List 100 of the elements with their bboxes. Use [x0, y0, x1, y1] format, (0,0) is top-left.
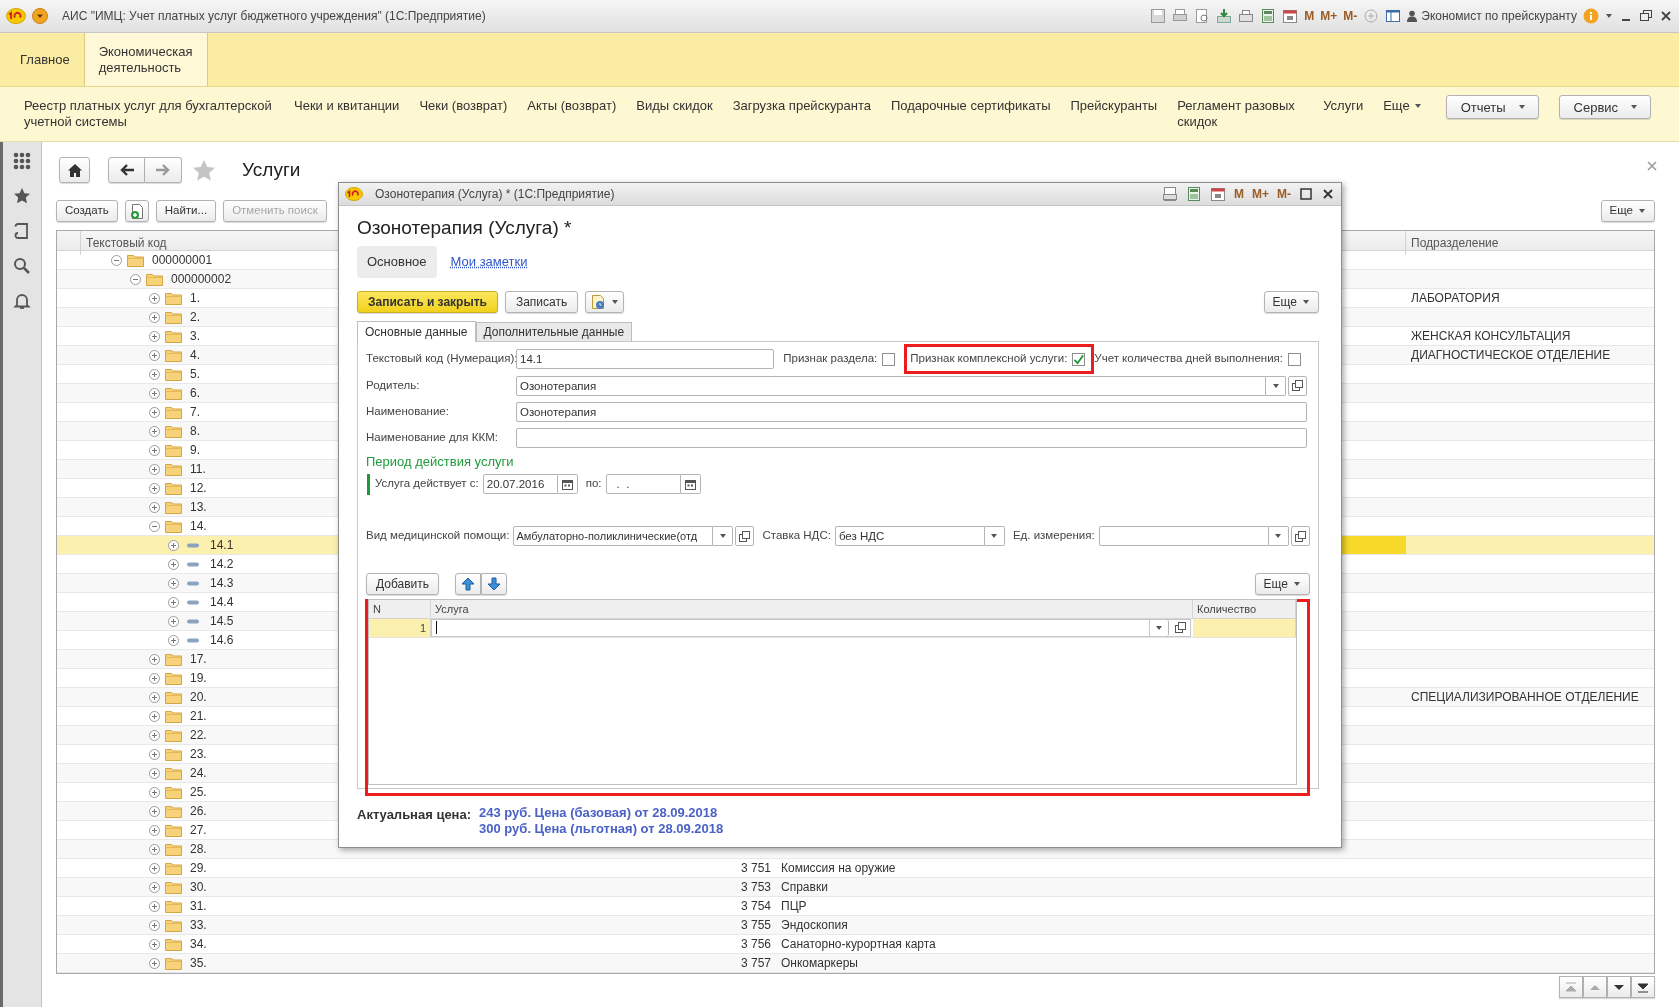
expand-icon[interactable]: [149, 843, 160, 855]
tree-item[interactable]: 27.: [190, 821, 207, 839]
expand-icon[interactable]: [149, 786, 160, 798]
search-icon[interactable]: [13, 257, 31, 275]
scroll-button[interactable]: [1607, 976, 1631, 998]
expand-icon[interactable]: [149, 463, 160, 475]
command-link[interactable]: Услуги: [1323, 98, 1364, 114]
toolbar-button[interactable]: Найти...: [155, 200, 217, 222]
tree-item[interactable]: 000000001: [152, 251, 213, 269]
tree-item[interactable]: 29.: [190, 859, 207, 877]
more-menu[interactable]: Еще: [1383, 98, 1422, 114]
home-button[interactable]: [59, 157, 90, 183]
tree-item[interactable]: 35.: [190, 954, 207, 972]
expand-icon[interactable]: [149, 444, 160, 456]
expand-icon[interactable]: [149, 368, 160, 380]
move-up-button[interactable]: [455, 572, 482, 595]
preview-icon[interactable]: [1194, 8, 1211, 24]
column-header[interactable]: Текстовый код: [86, 236, 167, 250]
code-field[interactable]: 14.1: [516, 349, 775, 369]
dropdown-button[interactable]: [1266, 375, 1286, 396]
tree-item[interactable]: 14.4: [210, 593, 234, 611]
attach-menu-button[interactable]: [585, 291, 625, 313]
caret-icon[interactable]: [1605, 13, 1613, 19]
open-button[interactable]: [1288, 375, 1307, 396]
expand-icon[interactable]: [149, 349, 160, 361]
table-row[interactable]: 35. 3 757 Онкомаркеры: [57, 954, 1654, 973]
expand-icon[interactable]: [149, 330, 160, 342]
expand-icon[interactable]: [168, 634, 179, 646]
tree-item[interactable]: 8.: [190, 422, 200, 440]
expand-icon[interactable]: [149, 805, 160, 817]
print-preview-icon[interactable]: [1162, 186, 1178, 202]
expand-icon[interactable]: [168, 558, 179, 570]
date-field[interactable]: 20.07.2016: [482, 474, 558, 494]
tree-item[interactable]: 33.: [190, 916, 207, 934]
calendar-button[interactable]: [557, 474, 578, 494]
column-header[interactable]: Подразделение: [1411, 236, 1499, 250]
collapse-icon[interactable]: [130, 273, 141, 285]
expand-icon[interactable]: [168, 596, 179, 608]
expand-icon[interactable]: [149, 767, 160, 779]
section-tab[interactable]: Экономическая деятельность: [83, 33, 208, 86]
copy-button[interactable]: [124, 200, 149, 222]
open-button[interactable]: [1290, 526, 1310, 546]
tree-item[interactable]: 14.3: [210, 574, 234, 592]
save-and-close-button[interactable]: Записать и закрыть: [357, 291, 498, 313]
user-name[interactable]: Экономист по прейскуранту: [1421, 7, 1577, 25]
tree-item[interactable]: 11.: [190, 460, 206, 478]
memory-key[interactable]: M+: [1252, 185, 1269, 203]
tree-item[interactable]: 25.: [190, 783, 207, 801]
input-field[interactable]: [516, 427, 1307, 448]
expand-icon[interactable]: [168, 539, 179, 551]
command-link[interactable]: Подарочные сертификаты: [891, 98, 1051, 114]
dropdown-button[interactable]: [984, 526, 1005, 546]
unit-field[interactable]: [1098, 526, 1269, 546]
open-button[interactable]: [735, 526, 755, 546]
expand-icon[interactable]: [149, 881, 160, 893]
expand-icon[interactable]: [149, 900, 160, 912]
expand-icon[interactable]: [149, 748, 160, 760]
command-link[interactable]: Виды скидок: [636, 98, 713, 114]
tree-item[interactable]: 000000002: [171, 270, 232, 288]
bell-icon[interactable]: [13, 292, 31, 310]
calendar-icon[interactable]: [1282, 8, 1299, 24]
download-icon[interactable]: [1216, 8, 1233, 24]
notes-link[interactable]: Мои заметки: [450, 252, 528, 272]
expand-icon[interactable]: [149, 672, 160, 684]
expand-icon[interactable]: [168, 577, 179, 589]
table-row[interactable]: 30. 3 753 Справки: [57, 878, 1654, 897]
add-button[interactable]: Добавить: [366, 572, 440, 595]
tree-item[interactable]: 13.: [190, 498, 207, 516]
tree-item[interactable]: 14.1: [210, 536, 234, 554]
toolbar-button[interactable]: Создать: [56, 200, 118, 222]
tab[interactable]: Основные данные: [357, 321, 476, 342]
tree-item[interactable]: 31.: [190, 897, 207, 915]
memory-key[interactable]: M: [1234, 185, 1244, 203]
tree-item[interactable]: 5.: [190, 365, 200, 383]
expand-icon[interactable]: [168, 615, 179, 627]
tree-item[interactable]: 14.6: [210, 631, 234, 649]
save-icon[interactable]: [1150, 8, 1167, 24]
expand-icon[interactable]: [149, 710, 160, 722]
tree-item[interactable]: 26.: [190, 802, 207, 820]
calendar-button[interactable]: [680, 474, 701, 494]
expand-icon[interactable]: [149, 729, 160, 741]
tree-item[interactable]: 3.: [190, 327, 200, 345]
tree-item[interactable]: 23.: [190, 745, 207, 763]
command-link[interactable]: Регламент разовых скидок: [1177, 98, 1304, 130]
column-header[interactable]: N: [373, 602, 381, 615]
tree-item[interactable]: 2.: [190, 308, 200, 326]
restore-icon[interactable]: [1639, 9, 1653, 23]
expand-icon[interactable]: [149, 387, 160, 399]
tree-item[interactable]: 20.: [190, 688, 207, 706]
move-down-button[interactable]: [481, 572, 508, 595]
apps-grid-icon[interactable]: [13, 152, 31, 170]
expand-icon[interactable]: [149, 425, 160, 437]
more-button[interactable]: Еще: [1263, 291, 1319, 313]
tree-item[interactable]: 1.: [190, 289, 200, 307]
expand-icon[interactable]: [149, 501, 160, 513]
expand-icon[interactable]: [149, 653, 160, 665]
panel-icon[interactable]: [1385, 8, 1402, 24]
tree-item[interactable]: 6.: [190, 384, 200, 402]
scroll-button[interactable]: [1631, 976, 1655, 998]
section-tab[interactable]: Основное: [357, 246, 437, 278]
